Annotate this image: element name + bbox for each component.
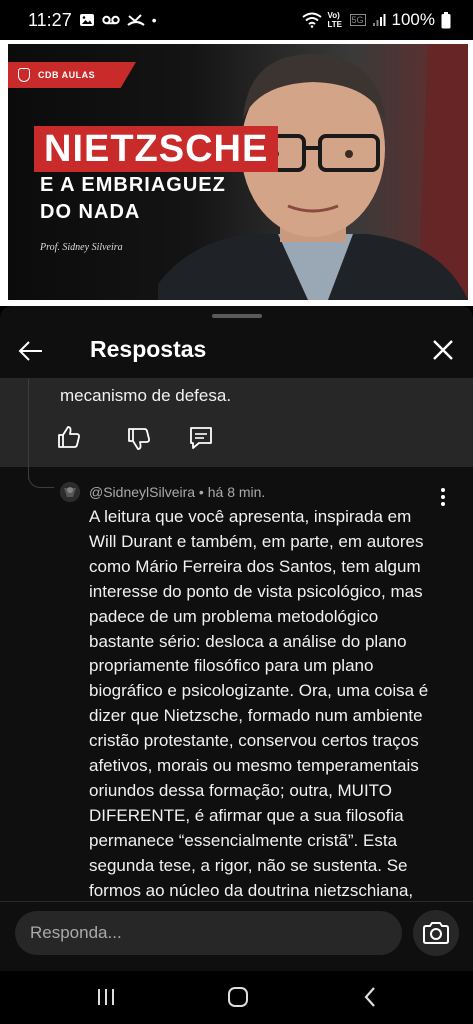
close-icon[interactable]	[428, 335, 458, 365]
avatar[interactable]	[60, 482, 80, 502]
video-thumbnail[interactable]: CDB AULAS NIETZSCHE E A EMBRIAGUEZ DO NA…	[8, 44, 468, 300]
reply-placeholder: Responda...	[30, 923, 122, 942]
battery-percent: 100%	[391, 10, 435, 29]
missed-call-icon	[127, 14, 145, 26]
camera-icon	[423, 922, 449, 944]
network-label: Vo) LTE	[327, 11, 343, 29]
back-nav-icon[interactable]	[358, 985, 384, 1009]
brand-logo-icon	[18, 68, 30, 82]
panel-title: Respostas	[90, 336, 207, 362]
brand-ribbon: CDB AULAS	[8, 62, 136, 88]
recent-apps-icon[interactable]	[93, 985, 119, 1009]
video-title: NIETZSCHE	[34, 126, 279, 172]
drag-handle[interactable]	[212, 314, 262, 318]
reply-author[interactable]: @SidneylSilveira	[89, 484, 195, 500]
voicemail-icon	[102, 15, 120, 25]
status-bar: 11:27 • Vo) LTE 5G 100%	[0, 0, 473, 40]
video-player[interactable]: CDB AULAS NIETZSCHE E A EMBRIAGUEZ DO NA…	[0, 40, 473, 306]
wifi-icon	[301, 12, 322, 28]
thread-line	[28, 379, 29, 479]
status-dot: •	[151, 12, 157, 28]
reply-time: há 8 min.	[207, 484, 266, 500]
reply-icon[interactable]	[188, 425, 214, 451]
back-arrow-icon[interactable]	[16, 337, 44, 365]
reply-input[interactable]: Responda...	[15, 911, 402, 955]
video-subtitle: E A EMBRIAGUEZ DO NADA	[40, 172, 226, 226]
subtitle-line-1: E A EMBRIAGUEZ	[40, 174, 226, 196]
professor-name: Prof. Sidney Silveira	[40, 242, 123, 253]
status-time: 11:27	[28, 9, 72, 30]
signal-icon	[372, 14, 386, 26]
reply-text: A leitura que você apresenta, inspirada …	[89, 507, 429, 900]
battery-icon	[441, 11, 451, 28]
thread-connector	[28, 468, 54, 488]
like-icon[interactable]	[56, 424, 82, 450]
signal-label: 5G	[349, 14, 366, 26]
more-options-icon[interactable]	[438, 487, 448, 507]
meta-separator: •	[195, 484, 208, 500]
dislike-icon[interactable]	[126, 426, 152, 452]
previous-reply-text: mecanismo de defesa.	[60, 386, 232, 405]
image-icon	[79, 14, 94, 26]
camera-button[interactable]	[413, 910, 459, 956]
reply-meta: @SidneylSilveira • há 8 min.	[89, 484, 265, 500]
panel-header: Respostas	[0, 325, 473, 377]
navigation-bar	[0, 971, 473, 1024]
subtitle-line-2: DO NADA	[40, 201, 141, 223]
brand-label: CDB AULAS	[38, 70, 96, 80]
home-icon[interactable]	[225, 985, 251, 1009]
